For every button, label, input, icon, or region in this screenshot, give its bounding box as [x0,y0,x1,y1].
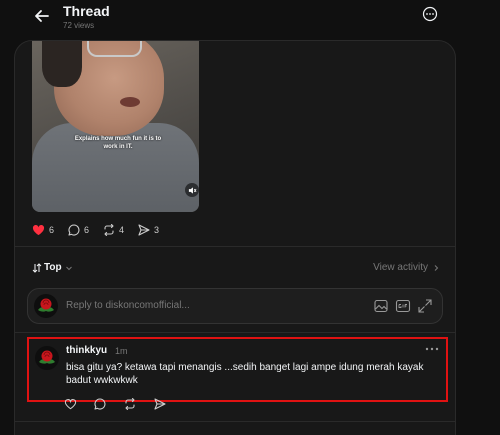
thread-card: Explains how much fun it is to work in I… [14,40,456,435]
expand-composer-button[interactable] [417,298,433,314]
comment-text: bisa gitu ya? ketawa tapi menangis ...se… [66,362,424,386]
comment-button[interactable]: 6 [68,224,89,236]
comment-icon [94,398,106,410]
comment-count: 6 [84,225,90,235]
image-icon [374,299,388,313]
repost-button[interactable]: 4 [103,224,124,236]
comment-more-button[interactable] [424,343,440,355]
comment-timestamp: 1m [115,346,128,356]
heart-icon [64,399,77,410]
chevron-right-icon [434,264,439,271]
video-mouth [120,97,140,107]
chevron-down-icon [65,266,72,270]
avatar[interactable] [35,346,59,370]
sort-button[interactable]: Top [32,262,73,273]
repost-icon [125,398,135,410]
attach-image-button[interactable] [373,298,389,314]
comment-like-button[interactable] [64,398,78,412]
sort-label: Top [44,262,62,273]
comment-share-button[interactable] [154,398,168,412]
share-icon [138,224,150,236]
repost-count: 4 [119,225,125,235]
gif-icon [395,299,411,313]
like-button[interactable]: 6 [32,224,54,236]
heart-icon [32,224,45,236]
share-count: 3 [154,225,160,235]
comment-item[interactable]: thinkkyu 1m bisa gitu ya? ketawa tapi me… [27,337,448,402]
reply-input[interactable]: Reply to diskoncomofficial... [66,300,190,311]
post-video[interactable]: Explains how much fun it is to work in I… [32,41,199,212]
post-actions: 6 6 4 3 [32,223,173,237]
video-hair [42,41,82,87]
view-activity-link[interactable]: View activity [373,262,440,273]
view-count: 72 views [63,21,95,30]
rose-avatar [35,346,59,370]
comment-icon [68,224,80,236]
mute-icon [188,186,196,194]
share-icon [154,398,166,410]
page-title: Thread [63,3,110,19]
video-glasses [87,41,142,57]
comment-username[interactable]: thinkkyu [66,345,107,356]
video-caption: Explains how much fun it is to work in I… [74,136,162,150]
sort-icon [32,262,42,273]
more-circle-icon [422,6,438,22]
comment-actions [64,398,184,412]
avatar [34,294,58,318]
sort-row: Top View activity [32,262,440,276]
like-count: 6 [49,225,55,235]
divider [15,246,455,247]
divider [15,332,455,333]
share-button[interactable]: 3 [138,224,159,236]
comment-repost-button[interactable] [124,398,138,412]
more-options-button[interactable] [422,6,438,22]
rose-avatar [34,294,58,318]
header-bar: Thread 72 views [0,0,500,40]
mute-button[interactable] [185,183,199,197]
view-activity-label: View activity [373,262,428,273]
back-arrow-icon [35,10,49,22]
repost-icon [104,224,114,236]
divider [15,421,455,422]
attach-gif-button[interactable] [395,298,411,314]
back-button[interactable] [33,7,51,25]
more-dots-icon [425,347,439,351]
comment-reply-button[interactable] [94,398,108,412]
expand-icon [418,299,432,313]
reply-composer[interactable]: Reply to diskoncomofficial... [27,288,443,324]
